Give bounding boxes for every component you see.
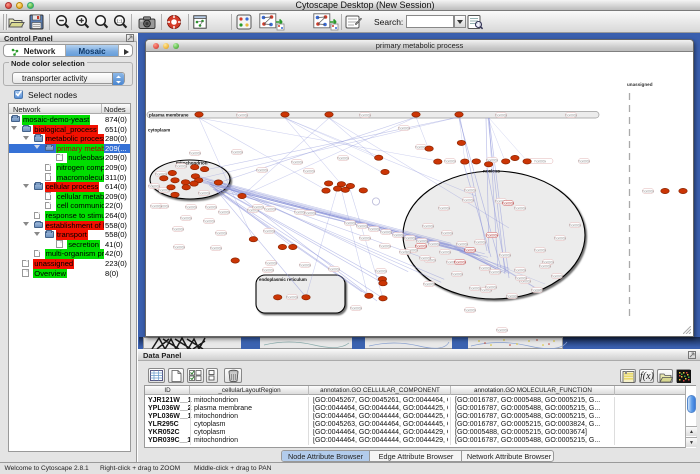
svg-text:Yxx000x: Yxx000x (236, 113, 249, 117)
svg-text:Yxx000x: Yxx000x (486, 233, 499, 237)
svg-text:Yxx000x: Yxx000x (642, 189, 655, 193)
svg-text:Yxx000x: Yxx000x (172, 227, 185, 231)
svg-text:Yxx000x: Yxx000x (551, 274, 564, 278)
svg-text:Yxx000x: Yxx000x (416, 239, 429, 243)
svg-text:cytoplasm: cytoplasm (148, 128, 170, 133)
svg-text:Yxx000x: Yxx000x (398, 126, 411, 130)
svg-text:Yxx000x: Yxx000x (502, 201, 515, 205)
svg-text:Yxx000x: Yxx000x (531, 288, 544, 292)
svg-text:Yxx000x: Yxx000x (337, 156, 350, 160)
svg-text:Yxx000x: Yxx000x (485, 285, 498, 289)
svg-text:Yxx000x: Yxx000x (534, 159, 547, 163)
svg-text:Yxx000x: Yxx000x (304, 211, 317, 215)
svg-text:Yxx000x: Yxx000x (350, 306, 363, 310)
svg-text:Yxx000x: Yxx000x (303, 169, 316, 173)
svg-text:Yxx000x: Yxx000x (189, 151, 202, 155)
svg-text:Yxx000x: Yxx000x (252, 205, 265, 209)
svg-text:Yxx000x: Yxx000x (205, 205, 218, 209)
svg-text:Yxx000x: Yxx000x (299, 263, 312, 267)
svg-text:Yxx000x: Yxx000x (464, 188, 477, 192)
svg-text:Yxx000x: Yxx000x (462, 198, 475, 202)
svg-text:Yxx000x: Yxx000x (456, 242, 469, 246)
svg-text:Yxx000x: Yxx000x (262, 268, 275, 272)
svg-text:Yxx000x: Yxx000x (175, 164, 188, 168)
svg-text:Yxx000x: Yxx000x (291, 160, 304, 164)
svg-text:Yxx000x: Yxx000x (464, 248, 477, 252)
svg-text:Yxx000x: Yxx000x (565, 113, 578, 117)
svg-text:Yxx000x: Yxx000x (185, 205, 198, 209)
svg-text:Yxx000x: Yxx000x (286, 295, 299, 299)
svg-text:Yxx000x: Yxx000x (451, 272, 464, 276)
svg-text:Yxx000x: Yxx000x (368, 227, 381, 231)
svg-text:Yxx000x: Yxx000x (428, 242, 441, 246)
svg-text:Yxx000x: Yxx000x (148, 184, 161, 188)
svg-text:Yxx000x: Yxx000x (359, 236, 372, 240)
svg-text:unassigned: unassigned (627, 82, 653, 87)
svg-text:Yxx000x: Yxx000x (180, 216, 193, 220)
svg-text:Yxx000x: Yxx000x (506, 294, 519, 298)
svg-text:Yxx000x: Yxx000x (495, 113, 508, 117)
svg-text:Yxx000x: Yxx000x (514, 268, 527, 272)
svg-text:Yxx000x: Yxx000x (203, 219, 216, 223)
svg-text:Yxx000x: Yxx000x (256, 168, 269, 172)
svg-text:Yxx000x: Yxx000x (423, 282, 436, 286)
svg-text:Yxx000x: Yxx000x (215, 231, 228, 235)
svg-text:Yxx000x: Yxx000x (539, 264, 552, 268)
svg-text:Yxx000x: Yxx000x (359, 113, 372, 117)
svg-text:Yxx000x: Yxx000x (344, 221, 357, 225)
svg-text:Yxx000x: Yxx000x (554, 236, 567, 240)
svg-text:Yxx000x: Yxx000x (265, 261, 278, 265)
svg-text:Yxx000x: Yxx000x (231, 150, 244, 154)
svg-text:Yxx000x: Yxx000x (514, 206, 527, 210)
svg-text:Yxx000x: Yxx000x (392, 233, 405, 237)
svg-text:Yxx000x: Yxx000x (404, 236, 417, 240)
svg-text:Yxx000x: Yxx000x (444, 159, 457, 163)
svg-text:Yxx000x: Yxx000x (441, 231, 454, 235)
svg-text:Yxx000x: Yxx000x (356, 224, 369, 228)
svg-text:Yxx000x: Yxx000x (328, 267, 341, 271)
svg-text:Yxx000x: Yxx000x (264, 207, 277, 211)
svg-text:Yxx000x: Yxx000x (422, 224, 435, 228)
svg-text:Yxx000x: Yxx000x (380, 230, 393, 234)
svg-text:Yxx000x: Yxx000x (499, 253, 512, 257)
svg-text:Yxx000x: Yxx000x (438, 206, 451, 210)
svg-text:Yxx000x: Yxx000x (454, 260, 467, 264)
svg-text:Yxx000x: Yxx000x (415, 244, 428, 248)
svg-text:1:1: 1:1 (116, 18, 123, 23)
svg-text:Yxx000x: Yxx000x (439, 250, 452, 254)
svg-text:Yxx000x: Yxx000x (489, 270, 502, 274)
svg-text:Yxx000x: Yxx000x (534, 248, 547, 252)
svg-text:Yxx000x: Yxx000x (399, 250, 412, 254)
svg-text:Yxx000x: Yxx000x (515, 276, 528, 280)
svg-text:Yxx000x: Yxx000x (578, 159, 591, 163)
svg-text:Yxx000x: Yxx000x (218, 210, 231, 214)
svg-text:Yxx000x: Yxx000x (419, 256, 432, 260)
svg-text:Yxx000x: Yxx000x (198, 191, 211, 195)
svg-text:plasma membrane: plasma membrane (149, 113, 189, 118)
svg-text:Yxx000x: Yxx000x (375, 269, 388, 273)
svg-text:Yxx000x: Yxx000x (379, 244, 392, 248)
svg-text:Yxx000x: Yxx000x (464, 308, 477, 312)
svg-text:Yxx000x: Yxx000x (496, 328, 509, 332)
svg-text:Yxx000x: Yxx000x (474, 240, 487, 244)
svg-text:Yxx000x: Yxx000x (263, 229, 276, 233)
svg-text:Yxx000x: Yxx000x (569, 223, 582, 227)
svg-text:endoplasmic reticulum: endoplasmic reticulum (259, 277, 307, 282)
svg-text:Yxx000x: Yxx000x (173, 245, 186, 249)
svg-text:Yxx000x: Yxx000x (210, 246, 223, 250)
svg-text:Yxx000x: Yxx000x (150, 204, 163, 208)
